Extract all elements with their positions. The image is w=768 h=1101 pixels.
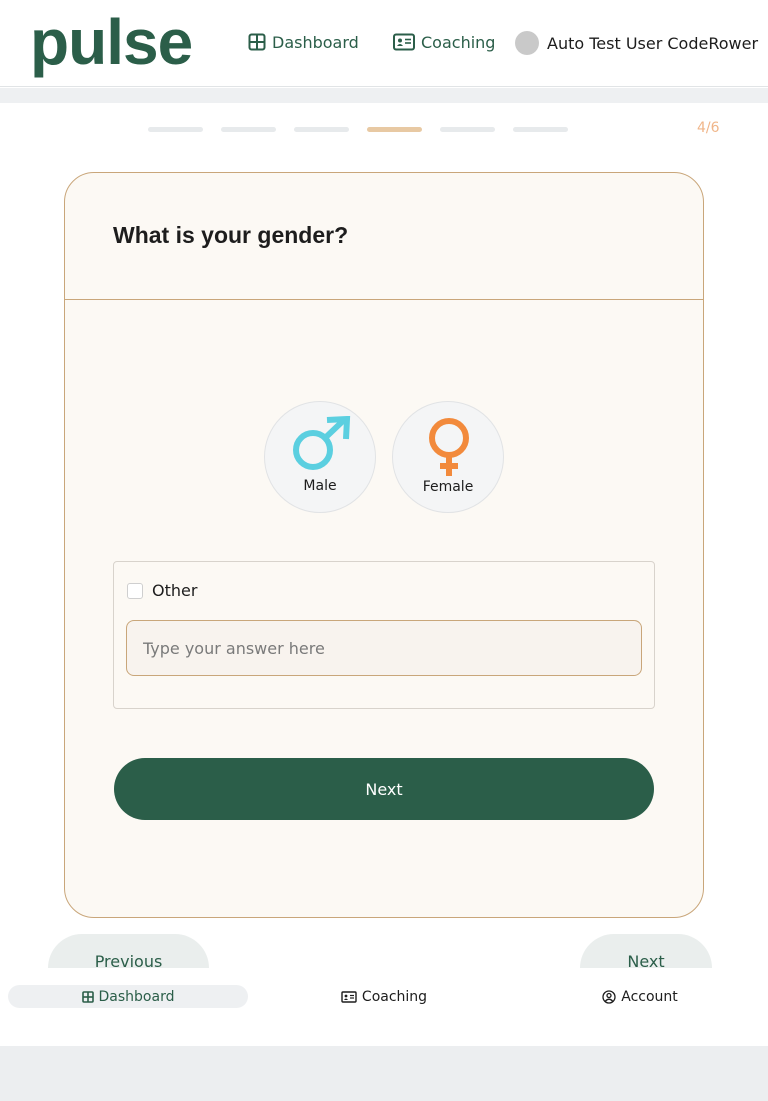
previous-button[interactable]: Previous bbox=[48, 934, 209, 968]
step-counter: 4/6 bbox=[697, 120, 720, 136]
nav-dashboard-link[interactable]: Dashboard bbox=[248, 31, 359, 53]
tab-dashboard[interactable]: Dashboard bbox=[8, 985, 248, 1008]
header-divider-band bbox=[0, 88, 768, 103]
next-button[interactable]: Next bbox=[580, 934, 712, 968]
other-answer-input[interactable] bbox=[126, 620, 642, 676]
grid-icon bbox=[81, 990, 94, 1003]
progress-segment bbox=[513, 127, 568, 132]
male-symbol-icon bbox=[293, 416, 351, 470]
previous-label: Previous bbox=[94, 952, 163, 968]
female-symbol-icon bbox=[429, 418, 469, 476]
bottom-tab-bar: Dashboard Coaching Account bbox=[0, 968, 768, 1030]
top-header: pulse Dashboard Coaching Auto Test User … bbox=[0, 0, 768, 87]
gender-option-male[interactable]: Male bbox=[264, 401, 376, 513]
nav-dashboard-label: Dashboard bbox=[272, 32, 359, 52]
submit-next-button[interactable]: Next bbox=[114, 758, 654, 820]
other-checkbox-row[interactable]: Other bbox=[127, 581, 197, 600]
progress-segment bbox=[221, 127, 276, 132]
question-card-header: What is your gender? bbox=[65, 173, 703, 300]
tab-coaching-label: Coaching bbox=[361, 988, 428, 1005]
user-circle-icon bbox=[602, 989, 616, 1004]
pulse-logo[interactable]: pulse bbox=[30, 6, 193, 78]
avatar bbox=[515, 31, 539, 55]
tab-bar-spacer bbox=[0, 1030, 768, 1046]
next-label: Next bbox=[627, 952, 665, 968]
tab-account-label: Account bbox=[621, 988, 678, 1005]
id-card-icon bbox=[341, 990, 357, 1003]
progress-segment bbox=[440, 127, 495, 132]
other-answer-group: Other bbox=[113, 561, 655, 709]
user-menu[interactable]: Auto Test User CodeRower bbox=[515, 30, 758, 56]
user-name: Auto Test User CodeRower bbox=[547, 33, 759, 53]
gender-option-female[interactable]: Female bbox=[392, 401, 504, 513]
question-title: What is your gender? bbox=[113, 222, 349, 248]
step-progress-bar bbox=[148, 127, 568, 132]
gender-option-label: Male bbox=[303, 478, 337, 494]
other-checkbox[interactable] bbox=[127, 582, 143, 599]
progress-segment-active bbox=[367, 127, 422, 132]
gender-option-label: Female bbox=[422, 479, 474, 495]
tab-coaching[interactable]: Coaching bbox=[264, 985, 504, 1008]
nav-coaching-link[interactable]: Coaching bbox=[393, 31, 495, 53]
tab-dashboard-label: Dashboard bbox=[98, 988, 175, 1005]
progress-segment bbox=[294, 127, 349, 132]
other-label: Other bbox=[152, 581, 198, 600]
grid-icon bbox=[248, 33, 266, 51]
id-card-icon bbox=[393, 33, 415, 51]
progress-segment bbox=[148, 127, 203, 132]
tab-account[interactable]: Account bbox=[520, 985, 760, 1008]
question-card: What is your gender? Male Female Other T… bbox=[64, 172, 704, 918]
page: pulse Dashboard Coaching Auto Test User … bbox=[0, 0, 768, 1101]
nav-coaching-label: Coaching bbox=[421, 32, 496, 52]
footer-band bbox=[0, 1046, 768, 1101]
